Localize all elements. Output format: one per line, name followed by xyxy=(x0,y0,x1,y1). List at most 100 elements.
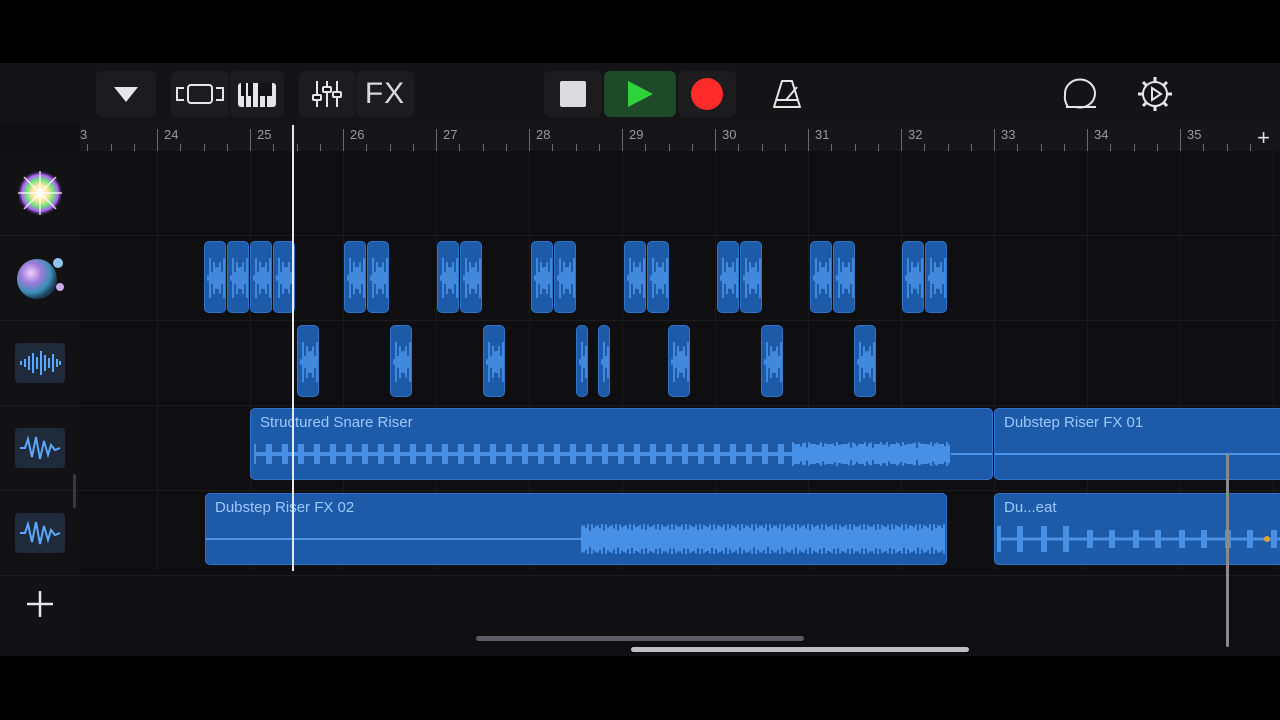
ruler-tick xyxy=(738,144,740,151)
orb-icon xyxy=(17,258,64,299)
waveform xyxy=(347,257,365,299)
plus-icon xyxy=(27,591,53,617)
region-clip[interactable] xyxy=(483,325,505,397)
region-clip[interactable] xyxy=(668,325,690,397)
tracks-view-button[interactable] xyxy=(171,71,229,117)
play-button[interactable] xyxy=(604,71,676,117)
mixer-button[interactable] xyxy=(299,71,355,117)
bar-number: 33 xyxy=(1001,127,1016,142)
record-icon xyxy=(691,78,723,110)
region-structured-snare-riser[interactable]: Structured Snare Riser xyxy=(250,408,993,480)
bar-number: 26 xyxy=(350,127,365,142)
track-header-5[interactable] xyxy=(0,491,80,576)
region-clip[interactable] xyxy=(367,241,389,313)
ruler-tick xyxy=(1249,144,1251,151)
region-clip[interactable] xyxy=(297,325,319,397)
play-icon xyxy=(628,81,653,107)
region-clip[interactable] xyxy=(854,325,876,397)
region-dubstep-riser-fx-02[interactable]: Dubstep Riser FX 02 xyxy=(205,493,947,565)
waveform-icon xyxy=(15,428,65,468)
timeline-ruler[interactable]: 3 24 25 26 27 28 29 30 31 32 33 34 35 + xyxy=(80,125,1280,151)
ruler-tick xyxy=(691,144,693,151)
playhead[interactable] xyxy=(292,125,294,571)
ruler-tick xyxy=(319,144,321,151)
waveform xyxy=(650,257,668,299)
track-header-3[interactable] xyxy=(0,321,80,406)
region-clip[interactable] xyxy=(740,241,762,313)
track-lane-5[interactable]: Dubstep Riser FX 02 Du...eat xyxy=(80,491,1280,576)
region-clip[interactable] xyxy=(531,241,553,313)
ruler-tick xyxy=(203,144,205,151)
track-header-1[interactable] xyxy=(0,151,80,236)
track-lane-1[interactable] xyxy=(80,151,1280,236)
region-du-eat[interactable]: Du...eat xyxy=(994,493,1280,565)
instrument-keyboard-button[interactable] xyxy=(230,71,284,117)
fx-button[interactable]: FX xyxy=(356,71,414,117)
tracks-view-icon xyxy=(176,84,224,104)
track-lane-2[interactable] xyxy=(80,236,1280,321)
ruler-tick xyxy=(552,144,554,151)
region-clip[interactable] xyxy=(250,241,272,313)
fx-label: FX xyxy=(364,77,406,110)
region-clip[interactable] xyxy=(344,241,366,313)
region-clip[interactable] xyxy=(833,241,855,313)
ruler-tick xyxy=(1203,144,1205,151)
region-clip[interactable] xyxy=(647,241,669,313)
waveform xyxy=(393,341,411,383)
ruler-tick xyxy=(1133,144,1135,151)
horizontal-scrollbar[interactable] xyxy=(476,636,804,641)
ruler-tick xyxy=(668,144,670,151)
ruler-tick xyxy=(761,144,763,151)
daw-window: FX 3 24 25 26 27 28 29 30 31 32 33 34 35… xyxy=(0,63,1280,656)
ruler-tick xyxy=(436,129,437,151)
track-lanes[interactable]: Structured Snare Riser Dubstep Riser FX … xyxy=(80,151,1280,656)
browser-dropdown-button[interactable] xyxy=(96,71,156,117)
ruler-tick xyxy=(1156,144,1158,151)
track-header-4[interactable] xyxy=(0,406,80,491)
region-clip[interactable] xyxy=(204,241,226,313)
bar-number: 35 xyxy=(1187,127,1202,142)
bar-number: 31 xyxy=(815,127,830,142)
region-clip[interactable] xyxy=(902,241,924,313)
region-clip[interactable] xyxy=(390,325,412,397)
track-list-scrollbar[interactable] xyxy=(73,474,76,508)
track-lane-4[interactable]: Structured Snare Riser Dubstep Riser FX … xyxy=(80,406,1280,491)
add-section-button[interactable]: + xyxy=(1257,125,1270,151)
ruler-tick xyxy=(831,144,833,151)
ruler-tick xyxy=(994,129,995,151)
ruler-tick xyxy=(250,129,251,151)
waveform xyxy=(230,257,248,299)
region-clip[interactable] xyxy=(554,241,576,313)
loop-browser-button[interactable] xyxy=(1058,71,1102,117)
region-clip[interactable] xyxy=(810,241,832,313)
region-clip[interactable] xyxy=(598,325,610,397)
track-header-2[interactable] xyxy=(0,236,80,321)
region-dubstep-riser-fx-01[interactable]: Dubstep Riser FX 01 xyxy=(994,408,1280,480)
waveform xyxy=(813,257,831,299)
waveform xyxy=(253,257,271,299)
ruler-tick xyxy=(808,129,809,151)
region-clip[interactable] xyxy=(925,241,947,313)
record-button[interactable] xyxy=(678,71,736,117)
ruler-tick xyxy=(1110,144,1112,151)
region-clip[interactable] xyxy=(460,241,482,313)
region-clip[interactable] xyxy=(761,325,783,397)
stop-button[interactable] xyxy=(544,71,602,117)
region-clip[interactable] xyxy=(624,241,646,313)
loop-icon xyxy=(1063,78,1096,109)
metronome-button[interactable] xyxy=(764,71,810,117)
ruler-tick xyxy=(901,129,902,151)
vertical-scrollbar[interactable] xyxy=(1226,453,1229,647)
ruler-tick xyxy=(180,144,182,151)
region-clip[interactable] xyxy=(717,241,739,313)
add-track-button[interactable] xyxy=(22,586,58,622)
region-clip[interactable] xyxy=(437,241,459,313)
region-clip[interactable] xyxy=(227,241,249,313)
waveform xyxy=(370,257,388,299)
waveform xyxy=(601,341,609,383)
settings-button[interactable] xyxy=(1133,71,1177,117)
track-lane-3[interactable] xyxy=(80,321,1280,406)
region-clip[interactable] xyxy=(576,325,588,397)
ruler-tick xyxy=(970,144,972,151)
waveform xyxy=(928,257,946,299)
